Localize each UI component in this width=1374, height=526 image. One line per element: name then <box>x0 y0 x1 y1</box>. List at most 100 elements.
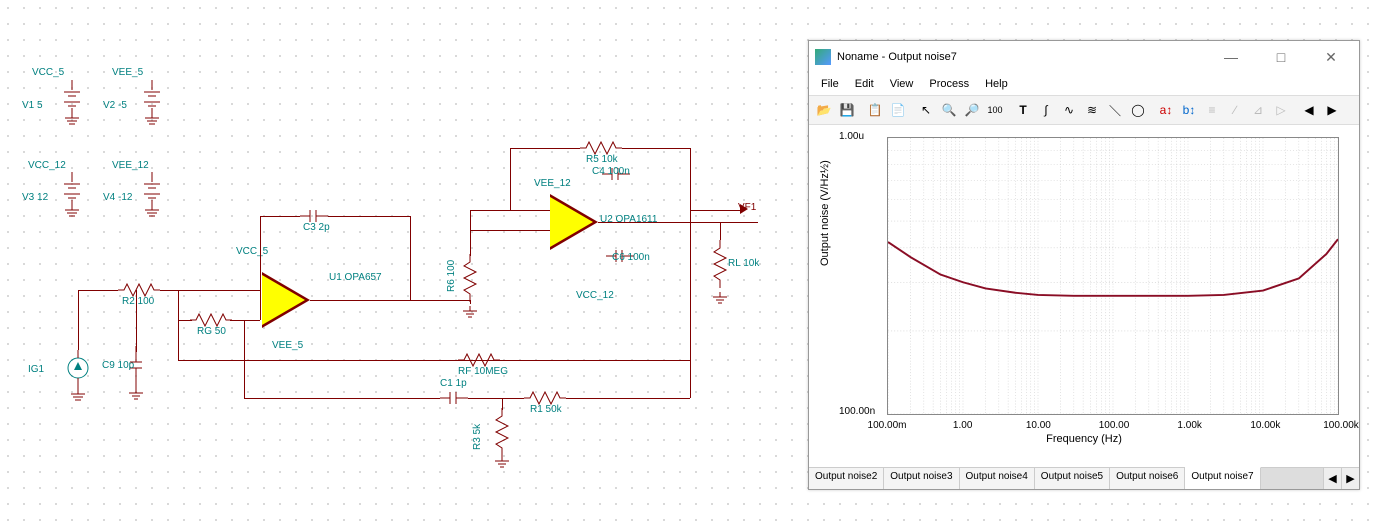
net-label: VCC_5 <box>32 67 64 78</box>
wire <box>78 290 118 291</box>
resistor-icon <box>712 240 728 288</box>
paste-icon[interactable]: 📄 <box>887 99 909 121</box>
wire <box>470 230 550 231</box>
comp-rf: RF 10MEG <box>458 366 508 377</box>
comp-v1: V1 5 <box>22 100 43 111</box>
close-button[interactable]: ✕ <box>1309 45 1353 69</box>
grid1-icon[interactable]: ≡ <box>1201 99 1223 121</box>
wire <box>510 148 580 149</box>
wire <box>622 148 690 149</box>
resistor-icon <box>462 254 478 302</box>
comp-ig1: IG1 <box>28 364 44 375</box>
prev-icon[interactable]: ◀ <box>1298 99 1320 121</box>
save-icon[interactable]: 💾 <box>836 99 858 121</box>
menu-process[interactable]: Process <box>921 75 977 93</box>
ground-icon <box>494 456 510 473</box>
menubar: File Edit View Process Help <box>809 73 1359 95</box>
x-tick: 100.00 <box>1099 420 1130 431</box>
comp-v4: V4 -12 <box>103 192 132 203</box>
comp-rg: RG 50 <box>197 326 226 337</box>
zoom-fit-icon[interactable]: 100 <box>984 99 1006 121</box>
voltage-source-icon <box>62 172 82 223</box>
wire <box>598 222 758 223</box>
zoom-out-icon[interactable]: 🔎 <box>961 99 983 121</box>
y-tick: 100.00n <box>839 406 875 417</box>
titlebar[interactable]: Noname - Output noise7 — □ ✕ <box>809 41 1359 73</box>
voltage-source-icon <box>62 80 82 131</box>
wire <box>178 320 192 321</box>
plot-curve <box>888 138 1338 414</box>
menu-help[interactable]: Help <box>977 75 1016 93</box>
menu-view[interactable]: View <box>882 75 922 93</box>
app-icon <box>815 49 831 65</box>
resistor-icon <box>494 408 510 456</box>
wire <box>328 216 410 217</box>
minimize-button[interactable]: — <box>1209 45 1253 69</box>
curve1-icon[interactable]: ∫ <box>1035 99 1057 121</box>
tab-spacer <box>1261 468 1323 489</box>
wire <box>260 216 300 217</box>
line-icon[interactable]: ＼ <box>1104 99 1126 121</box>
wire <box>470 210 471 256</box>
wire <box>410 216 411 300</box>
net-label: VEE_12 <box>534 178 571 189</box>
toolbar: 📂 💾 📋 📄 ↖ 🔍 🔎 100 T ∫ ∿ ≋ ＼ ◯ a↕ b↕ ≡ ∕ … <box>809 95 1359 125</box>
next-icon[interactable]: ▶ <box>1321 99 1343 121</box>
net-label: VCC_12 <box>28 160 66 171</box>
wire <box>178 320 179 360</box>
x-tick: 1.00 <box>953 420 972 431</box>
comp-r6: R6 100 <box>446 260 457 292</box>
comp-c6: C6 100n <box>612 252 650 263</box>
tab-scroll-left[interactable]: ◀ <box>1323 468 1341 489</box>
open-icon[interactable]: 📂 <box>813 99 835 121</box>
schematic-canvas[interactable]: VCC_5 VEE_5 V1 5 V2 -5 VCC_12 VEE_12 V3 … <box>0 0 780 526</box>
tab-scroll-right[interactable]: ▶ <box>1341 468 1359 489</box>
wire <box>260 290 261 320</box>
cursor-a-icon[interactable]: a↕ <box>1155 99 1177 121</box>
menu-file[interactable]: File <box>813 75 847 93</box>
x-axis-label: Frequency (Hz) <box>1046 433 1122 445</box>
cursor-b-icon[interactable]: b↕ <box>1178 99 1200 121</box>
curve2-icon[interactable]: ∿ <box>1058 99 1080 121</box>
tab[interactable]: Output noise2 <box>809 468 884 489</box>
tab[interactable]: Output noise4 <box>960 468 1035 489</box>
menu-edit[interactable]: Edit <box>847 75 882 93</box>
wire <box>244 320 260 321</box>
grid4-icon[interactable]: ▷ <box>1270 99 1292 121</box>
result-window[interactable]: Noname - Output noise7 — □ ✕ File Edit V… <box>808 40 1360 490</box>
comp-r2: R2 100 <box>122 296 154 307</box>
comp-c9: C9 10p <box>102 360 134 371</box>
tab[interactable]: Output noise7 <box>1185 467 1260 489</box>
voltage-source-icon <box>142 172 162 223</box>
window-title: Noname - Output noise7 <box>837 51 1203 63</box>
plot-frame <box>887 137 1339 415</box>
pointer-icon[interactable]: ↖ <box>915 99 937 121</box>
ground-icon <box>462 306 478 323</box>
grid2-icon[interactable]: ∕ <box>1224 99 1246 121</box>
ellipse-icon[interactable]: ◯ <box>1127 99 1149 121</box>
comp-c4: C4 100n <box>592 166 630 177</box>
plot-area[interactable]: Output noise (V/Hz½) Frequency (Hz) 1.00… <box>809 125 1359 467</box>
comp-u1: U1 OPA657 <box>329 272 382 283</box>
wire <box>470 210 550 211</box>
curve3-icon[interactable]: ≋ <box>1081 99 1103 121</box>
ground-icon <box>128 388 144 405</box>
copy-icon[interactable]: 📋 <box>864 99 886 121</box>
tab[interactable]: Output noise3 <box>884 468 959 489</box>
maximize-button[interactable]: □ <box>1259 45 1303 69</box>
comp-v2: V2 -5 <box>103 100 127 111</box>
net-label: VEE_5 <box>112 67 143 78</box>
zoom-in-icon[interactable]: 🔍 <box>938 99 960 121</box>
y-axis-label: Output noise (V/Hz½) <box>819 160 831 266</box>
wire <box>260 216 261 292</box>
text-icon[interactable]: T <box>1012 99 1034 121</box>
grid3-icon[interactable]: ⊿ <box>1247 99 1269 121</box>
tab[interactable]: Output noise5 <box>1035 468 1110 489</box>
tab[interactable]: Output noise6 <box>1110 468 1185 489</box>
wire <box>178 360 690 361</box>
y-tick: 1.00u <box>839 131 864 142</box>
wire <box>178 290 179 320</box>
wire <box>502 398 524 399</box>
comp-rl: RL 10k <box>728 258 759 269</box>
x-tick: 1.00k <box>1177 420 1201 431</box>
